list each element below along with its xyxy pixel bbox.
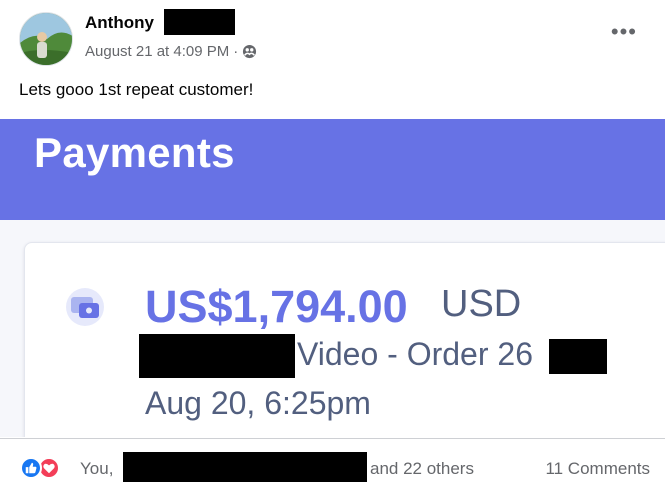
payment-card-icon (65, 287, 105, 327)
more-options-icon[interactable]: ••• (611, 21, 637, 43)
post-footer: You, and 22 others 11 Comments (0, 438, 665, 494)
payments-banner: Payments (0, 119, 665, 220)
payment-amount: US$1,794.00 (145, 281, 408, 332)
payment-date: Aug 20, 6:25pm (145, 385, 371, 421)
payment-description: Video - Order 26 (297, 336, 533, 372)
author-name[interactable]: Anthony (85, 13, 154, 33)
redacted-order-number (549, 339, 607, 374)
comments-count-link[interactable]: 11 Comments (545, 459, 650, 479)
post-timestamp[interactable]: August 21 at 4:09 PM (85, 43, 229, 60)
friends-icon[interactable] (242, 44, 257, 59)
post-header: Anthony August 21 at 4:09 PM · ••• (0, 0, 665, 75)
redacted-customer (139, 334, 295, 378)
reactors-you[interactable]: You, (80, 459, 113, 479)
payment-screenshot[interactable]: Payments US$1,794.00 USD Video - Order 2… (0, 119, 665, 437)
meta-separator: · (233, 43, 239, 60)
post-caption: Lets gooo 1st repeat customer! (19, 80, 254, 99)
redacted-reactor (123, 452, 367, 482)
reaction-icons[interactable] (20, 457, 72, 479)
post-meta: August 21 at 4:09 PM · (85, 43, 257, 60)
avatar[interactable] (19, 12, 73, 66)
payment-card: US$1,794.00 USD Video - Order 26 Aug 20,… (24, 242, 665, 437)
like-icon (20, 457, 42, 479)
redacted-name (164, 9, 235, 35)
payment-currency: USD (441, 283, 522, 325)
reactors-others-link[interactable]: and 22 others (370, 459, 474, 479)
payments-title: Payments (34, 129, 235, 176)
